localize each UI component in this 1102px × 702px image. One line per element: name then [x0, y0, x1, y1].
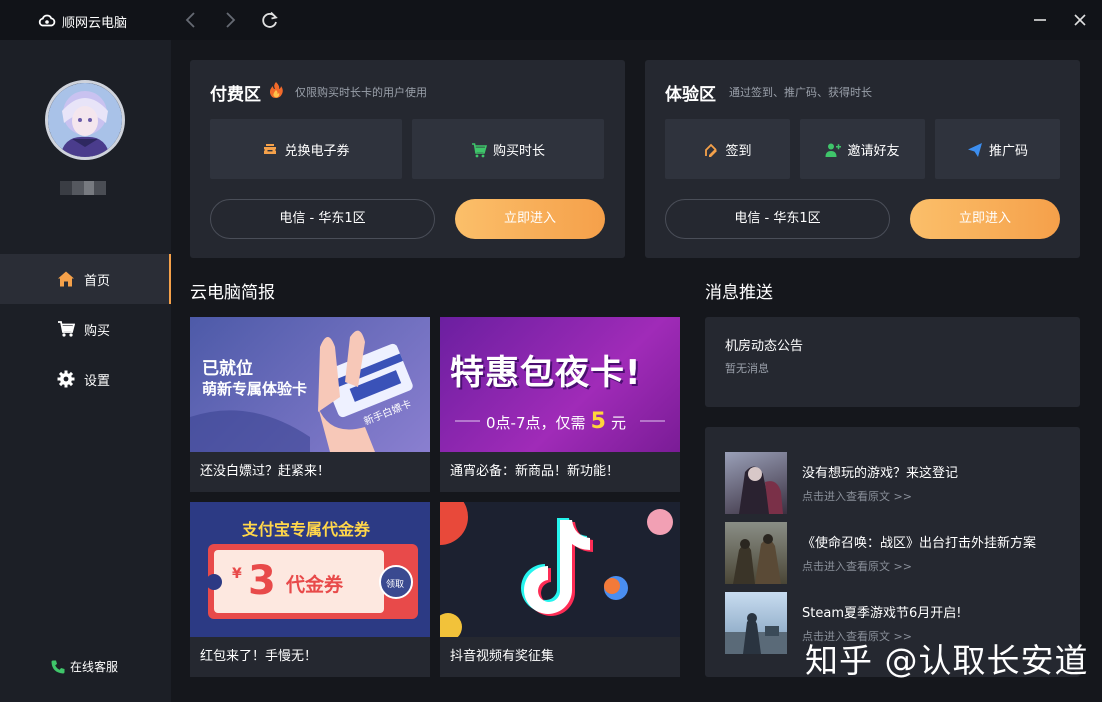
banner-claim: 领取 — [386, 580, 405, 590]
banner-subline: 萌新专属体验卡 — [202, 380, 308, 398]
coupon-icon — [264, 144, 277, 154]
cart-icon — [58, 321, 75, 337]
paid-server-select[interactable]: 电信 - 华东1区 — [210, 199, 435, 239]
paid-enter-button[interactable]: 立即进入 — [455, 199, 605, 239]
phone-icon — [51, 660, 65, 674]
feed-item[interactable]: 《使命召唤：战区》出台打击外挂新方案 点击进入查看原文 >> — [725, 522, 1075, 584]
news-caption: 还没白嫖过？赶紧来！ — [200, 464, 331, 479]
feed-title: 《使命召唤：战区》出台打击外挂新方案 — [802, 536, 1037, 551]
invite-friends-label: 邀请好友 — [847, 144, 900, 159]
banner-currency: ¥ — [232, 566, 242, 582]
feed-thumbnail — [725, 592, 787, 654]
sidebar-item-label: 设置 — [84, 374, 111, 389]
trial-server-select[interactable]: 电信 - 华东1区 — [665, 199, 890, 239]
invite-friends-button[interactable]: 邀请好友 — [800, 119, 925, 179]
news-card[interactable]: 支付宝专属代金券 ¥ 3 代金券 领取 红包来了！手慢无！ — [190, 502, 430, 677]
feed-thumbnail — [725, 522, 787, 584]
news-caption: 通宵必备：新商品！新功能！ — [450, 464, 620, 479]
feed-title: 没有想玩的游戏？来这登记 — [802, 466, 959, 481]
username-redacted — [60, 180, 106, 195]
news-caption: 抖音视频有奖征集 — [450, 649, 555, 664]
support-label: 在线客服 — [70, 660, 119, 674]
cloud-logo-icon — [38, 14, 56, 27]
redeem-coupon-label: 兑换电子券 — [284, 144, 350, 159]
home-icon — [58, 271, 74, 287]
buy-time-label: 购买时长 — [492, 144, 545, 159]
trial-zone-title: 体验区 — [665, 85, 716, 105]
forward-arrow-icon[interactable] — [219, 9, 241, 31]
newbie-trial-card-banner: 已就位 萌新专属体验卡 新手白嫖卡 — [190, 317, 430, 452]
feed-link[interactable]: 点击进入查看原文 >> — [802, 558, 912, 574]
gear-icon — [57, 370, 75, 388]
banner-unit: 元 — [611, 414, 627, 432]
banner-headline: 特惠包夜卡! — [450, 353, 642, 393]
buy-time-button[interactable]: 购买时长 — [412, 119, 604, 179]
sidebar-item-buy[interactable]: 购买 — [0, 304, 171, 354]
paid-zone-panel: 付费区 仅限购买时长卡的用户使用 兑换电子券 购买时长 电信 - 华东1区 立即… — [190, 60, 625, 258]
sidebar-item-label: 首页 — [84, 274, 111, 289]
feed-thumbnail — [725, 452, 787, 514]
notice-box[interactable]: 机房动态公告 暂无消息 — [705, 317, 1080, 407]
banner-subline: 0点-7点，仅需 — [486, 414, 586, 432]
signin-label: 签到 — [725, 144, 752, 159]
sidebar-item-settings[interactable]: 设置 — [0, 354, 171, 404]
news-section-title: 云电脑简报 — [190, 283, 275, 303]
banner-price: 5 — [590, 409, 606, 434]
night-pass-banner: 特惠包夜卡! 0点-7点，仅需 5 元 — [440, 317, 680, 452]
add-user-icon — [825, 143, 842, 157]
cart-icon — [471, 143, 488, 158]
banner-coupon: 代金券 — [286, 574, 344, 596]
news-caption: 红包来了！手慢无！ — [200, 649, 318, 664]
feed-item[interactable]: 没有想玩的游戏？来这登记 点击进入查看原文 >> — [725, 452, 1075, 514]
paid-zone-subtitle: 仅限购买时长卡的用户使用 — [295, 86, 427, 99]
back-arrow-icon[interactable] — [180, 9, 202, 31]
sidebar: 首页 购买 设置 在线客服 — [0, 40, 171, 702]
news-card[interactable]: 抖音视频有奖征集 — [440, 502, 680, 677]
promo-code-button[interactable]: 推广码 — [935, 119, 1060, 179]
refresh-icon[interactable] — [259, 9, 281, 31]
trial-zone-panel: 体验区 通过签到、推广码、获得时长 签到 邀请好友 推广码 电信 - 华东1区 … — [645, 60, 1080, 258]
sidebar-item-label: 购买 — [84, 324, 111, 339]
banner-headline: 已就位 — [202, 359, 253, 379]
app-title: 顺网云电脑 — [62, 16, 128, 31]
paid-zone-title: 付费区 — [210, 85, 261, 105]
notice-body: 暂无消息 — [725, 362, 769, 375]
banner-amount: 3 — [248, 558, 276, 604]
feed-link[interactable]: 点击进入查看原文 >> — [802, 488, 912, 504]
title-bar: 顺网云电脑 — [0, 0, 1102, 40]
trial-zone-subtitle: 通过签到、推广码、获得时长 — [729, 86, 872, 99]
signin-button[interactable]: 签到 — [665, 119, 790, 179]
redeem-coupon-button[interactable]: 兑换电子券 — [210, 119, 402, 179]
signin-icon — [705, 143, 718, 157]
douyin-banner — [440, 502, 680, 637]
fire-icon — [269, 82, 283, 98]
promo-code-label: 推广码 — [988, 144, 1028, 159]
banner-price-line: 0点-7点，仅需 5 元 — [486, 409, 626, 434]
close-icon[interactable] — [1070, 10, 1090, 30]
news-card[interactable]: 特惠包夜卡! 0点-7点，仅需 5 元 通宵必备：新商品！新功能！ — [440, 317, 680, 492]
trial-enter-button[interactable]: 立即进入 — [910, 199, 1060, 239]
minimize-icon[interactable] — [1030, 10, 1050, 30]
news-card[interactable]: 已就位 萌新专属体验卡 新手白嫖卡 还没白嫖过？赶紧来！ — [190, 317, 430, 492]
send-icon — [967, 143, 982, 157]
notice-title: 机房动态公告 — [725, 339, 804, 354]
messages-section-title: 消息推送 — [705, 283, 773, 303]
alipay-coupon-banner: 支付宝专属代金券 ¥ 3 代金券 领取 — [190, 502, 430, 637]
banner-headline: 支付宝专属代金券 — [242, 520, 371, 539]
avatar[interactable] — [45, 80, 125, 160]
watermark: 知乎 @认取长安道 — [805, 641, 1089, 680]
feed-title: Steam夏季游戏节6月开启! — [802, 606, 962, 621]
sidebar-item-home[interactable]: 首页 — [0, 254, 171, 304]
